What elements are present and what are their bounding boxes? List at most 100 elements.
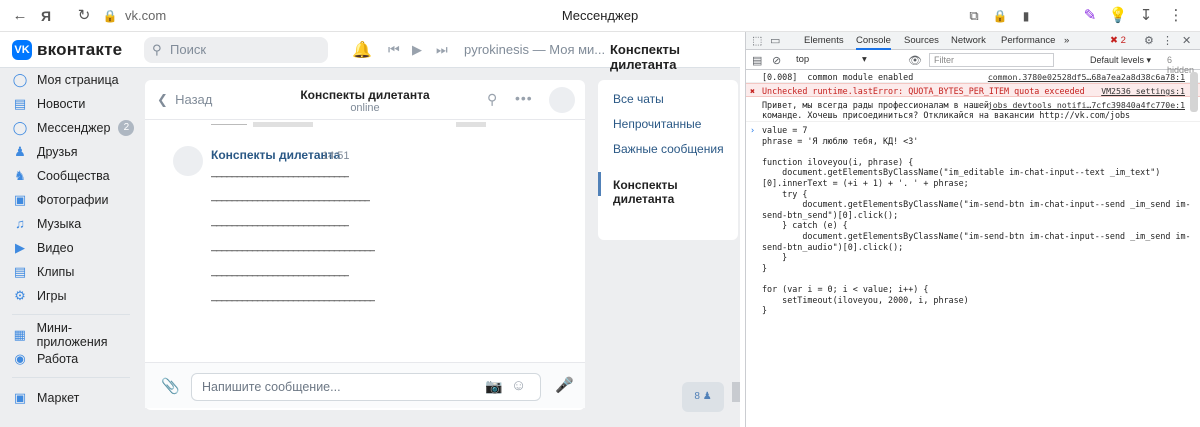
device-toolbar-icon[interactable]: ▭ [770,34,780,47]
more-tabs-icon[interactable]: » [1064,35,1069,46]
menu-item-market[interactable]: ▣ Маркет [12,386,79,410]
tab-console[interactable]: Console [856,35,891,50]
tab-performance[interactable]: Performance [1001,35,1055,46]
play-icon[interactable]: ▶ [412,42,422,58]
folder-important[interactable]: Важные сообщения [613,142,724,156]
context-selector[interactable]: top ▾ [796,54,867,65]
log-text: [0.008] common module enabled [762,72,914,82]
tab-sources[interactable]: Sources [904,35,939,46]
chat-status: online [350,102,380,114]
browser-toolbar: ← Я ↻ 🔒 vk.com Мессенджер ⧉ 🔒 ▮ ✎ 💡 ↧ ⋮ [0,0,1200,32]
folder-unread[interactable]: Непрочитанные [613,117,701,131]
code-line: document.getElementsByClassName("im-send… [762,231,1191,241]
folder-konspekty[interactable]: Конспекты дилетанта [613,178,738,206]
lock-icon[interactable]: 🔒 [990,6,1010,26]
back-button[interactable]: ❮ Назад [157,92,212,108]
log-source-link[interactable]: common.3780e02528df5…68a7ea2a8d38c6a78:1 [988,72,1185,82]
code-line: phrase = 'Я люблю тебя, КД! <3' [762,135,919,146]
code-line: } [762,262,768,273]
tabs-icon[interactable]: ⧉ [964,6,984,26]
tab-network[interactable]: Network [951,35,986,46]
now-playing[interactable]: pyrokinesis — Моя ми... [464,42,605,57]
vk-logo-text: вконтакте [37,40,123,59]
code-line: setTimeout(iloveyou, 2000, i, phrase) [762,294,969,305]
bell-icon[interactable]: 🔔 [352,40,372,60]
log-source-link[interactable]: jobs devtools notifi…7cfc39840a4fc770e:1 [988,100,1185,110]
error-text: Unchecked runtime.lastError: QUOTA_BYTES… [762,86,1085,96]
lightbulb-icon[interactable]: 💡 [1108,6,1128,26]
sidebar-toggle-icon[interactable]: ▤ [752,54,762,67]
chat-folders: Все чаты Непрочитанные Важные сообщения … [598,80,738,240]
message-line: ________________________________ [211,240,375,252]
context-value: top [796,54,810,65]
scrollbar[interactable] [732,382,740,402]
message-icon: ◯ [12,120,28,135]
chat-panel: ❮ Назад Конспекты дилетанта online ⚲ •••… [145,80,585,410]
menu-item-photos[interactable]: ▣ Фотографии [12,188,109,212]
message-line: ________________________________ [211,290,375,302]
more-icon[interactable]: ••• [515,90,533,106]
error-icon: ✖ [1110,35,1118,46]
message-author[interactable]: Конспекты дилетанта [211,148,340,162]
console-error-row: ✖ Unchecked runtime.lastError: QUOTA_BYT… [746,83,1200,97]
error-count-badge[interactable]: ✖ 2 [1110,35,1126,46]
clear-console-icon[interactable]: ⊘ [772,54,781,67]
menu-item-friends[interactable]: ♟ Друзья [12,140,77,164]
market-icon: ▣ [13,390,27,405]
paperclip-icon[interactable]: 📎 [161,377,180,395]
console-toolbar: ▤ ⊘ top ▾ 👁 Filter Default levels ▾ 6 hi… [746,51,1200,75]
filter-input[interactable]: Filter [929,53,1054,67]
microphone-icon[interactable]: 🎤 [555,376,574,394]
menu-item-communities[interactable]: ♞ Сообщества [12,164,109,188]
chat-title[interactable]: Конспекты дилетанта [275,88,455,102]
menu-item-clips[interactable]: ▤ Клипы [12,260,74,284]
menu-item-mini-apps[interactable]: ▦ Мини-приложения [12,321,140,349]
menu-item-work[interactable]: ◉ Работа [12,347,78,371]
code-line: } [762,305,768,316]
next-track-icon[interactable]: ⏭ [436,42,448,58]
message-line: _______________________________ [211,190,370,202]
scrollbar[interactable] [1190,72,1198,112]
code-line: [0].innerText = (+i + 1) + '. ' + phrase… [762,178,969,188]
prompt-chevron-icon: › [750,125,756,135]
eye-icon[interactable]: 👁 [908,54,922,67]
inspect-icon[interactable]: ⬚ [752,34,762,47]
emoji-icon[interactable]: ☺ [511,377,526,394]
avatar[interactable] [173,146,203,176]
message-line: ___________________________ [211,166,350,178]
tab-elements[interactable]: Elements [804,35,844,46]
vk-logo[interactable]: VK вконтакте [12,39,122,61]
message-line: ___________________________ [211,215,350,227]
menu-item-my-page[interactable]: ◯ Моя страница [12,68,119,92]
menu-item-news[interactable]: ▤ Новости [12,92,86,116]
search-input[interactable]: ⚲ Поиск [144,37,328,63]
message-time: 14:51 [322,150,350,162]
camera-icon[interactable]: 📷 [485,378,502,395]
group-members-button[interactable]: 8 ♟ [682,382,724,412]
header-chat-title: Конспекты дилетанта [610,42,681,72]
pen-icon[interactable]: ✎ [1080,6,1100,26]
menu-icon[interactable]: ⋮ [1166,6,1186,26]
chevron-down-icon: ▾ [862,54,867,65]
log-text: команде. Хочешь присоединиться? Откликай… [762,110,1131,120]
error-source-link[interactable]: VM2536 settings:1 [1101,86,1185,96]
bookmark-icon[interactable]: ▮ [1016,6,1036,26]
vk-logo-icon: VK [12,40,32,60]
log-levels-dropdown[interactable]: Default levels ▾ [1090,55,1151,66]
menu-item-video[interactable]: ▶ Видео [12,236,74,260]
avatar[interactable] [549,87,575,113]
download-icon[interactable]: ↧ [1136,6,1156,26]
chevron-down-icon: ▾ [1146,55,1152,65]
gear-icon[interactable]: ⚙ [1144,34,1154,47]
close-icon[interactable]: ✕ [1182,34,1191,47]
more-icon[interactable]: ⋮ [1162,34,1173,47]
menu-item-music[interactable]: ♫ Музыка [12,212,81,236]
clips-icon: ▤ [13,264,27,279]
code-line: for (var i = 0; i < value; i++) { [762,284,929,294]
previous-track-icon[interactable]: ⏮ [388,42,400,58]
menu-item-games[interactable]: ⚙ Игры [12,284,66,308]
folder-all-chats[interactable]: Все чаты [613,92,664,106]
search-icon[interactable]: ⚲ [487,91,497,108]
news-icon: ▤ [13,96,27,111]
menu-item-messenger[interactable]: ◯ Мессенджер 2 [12,116,135,140]
